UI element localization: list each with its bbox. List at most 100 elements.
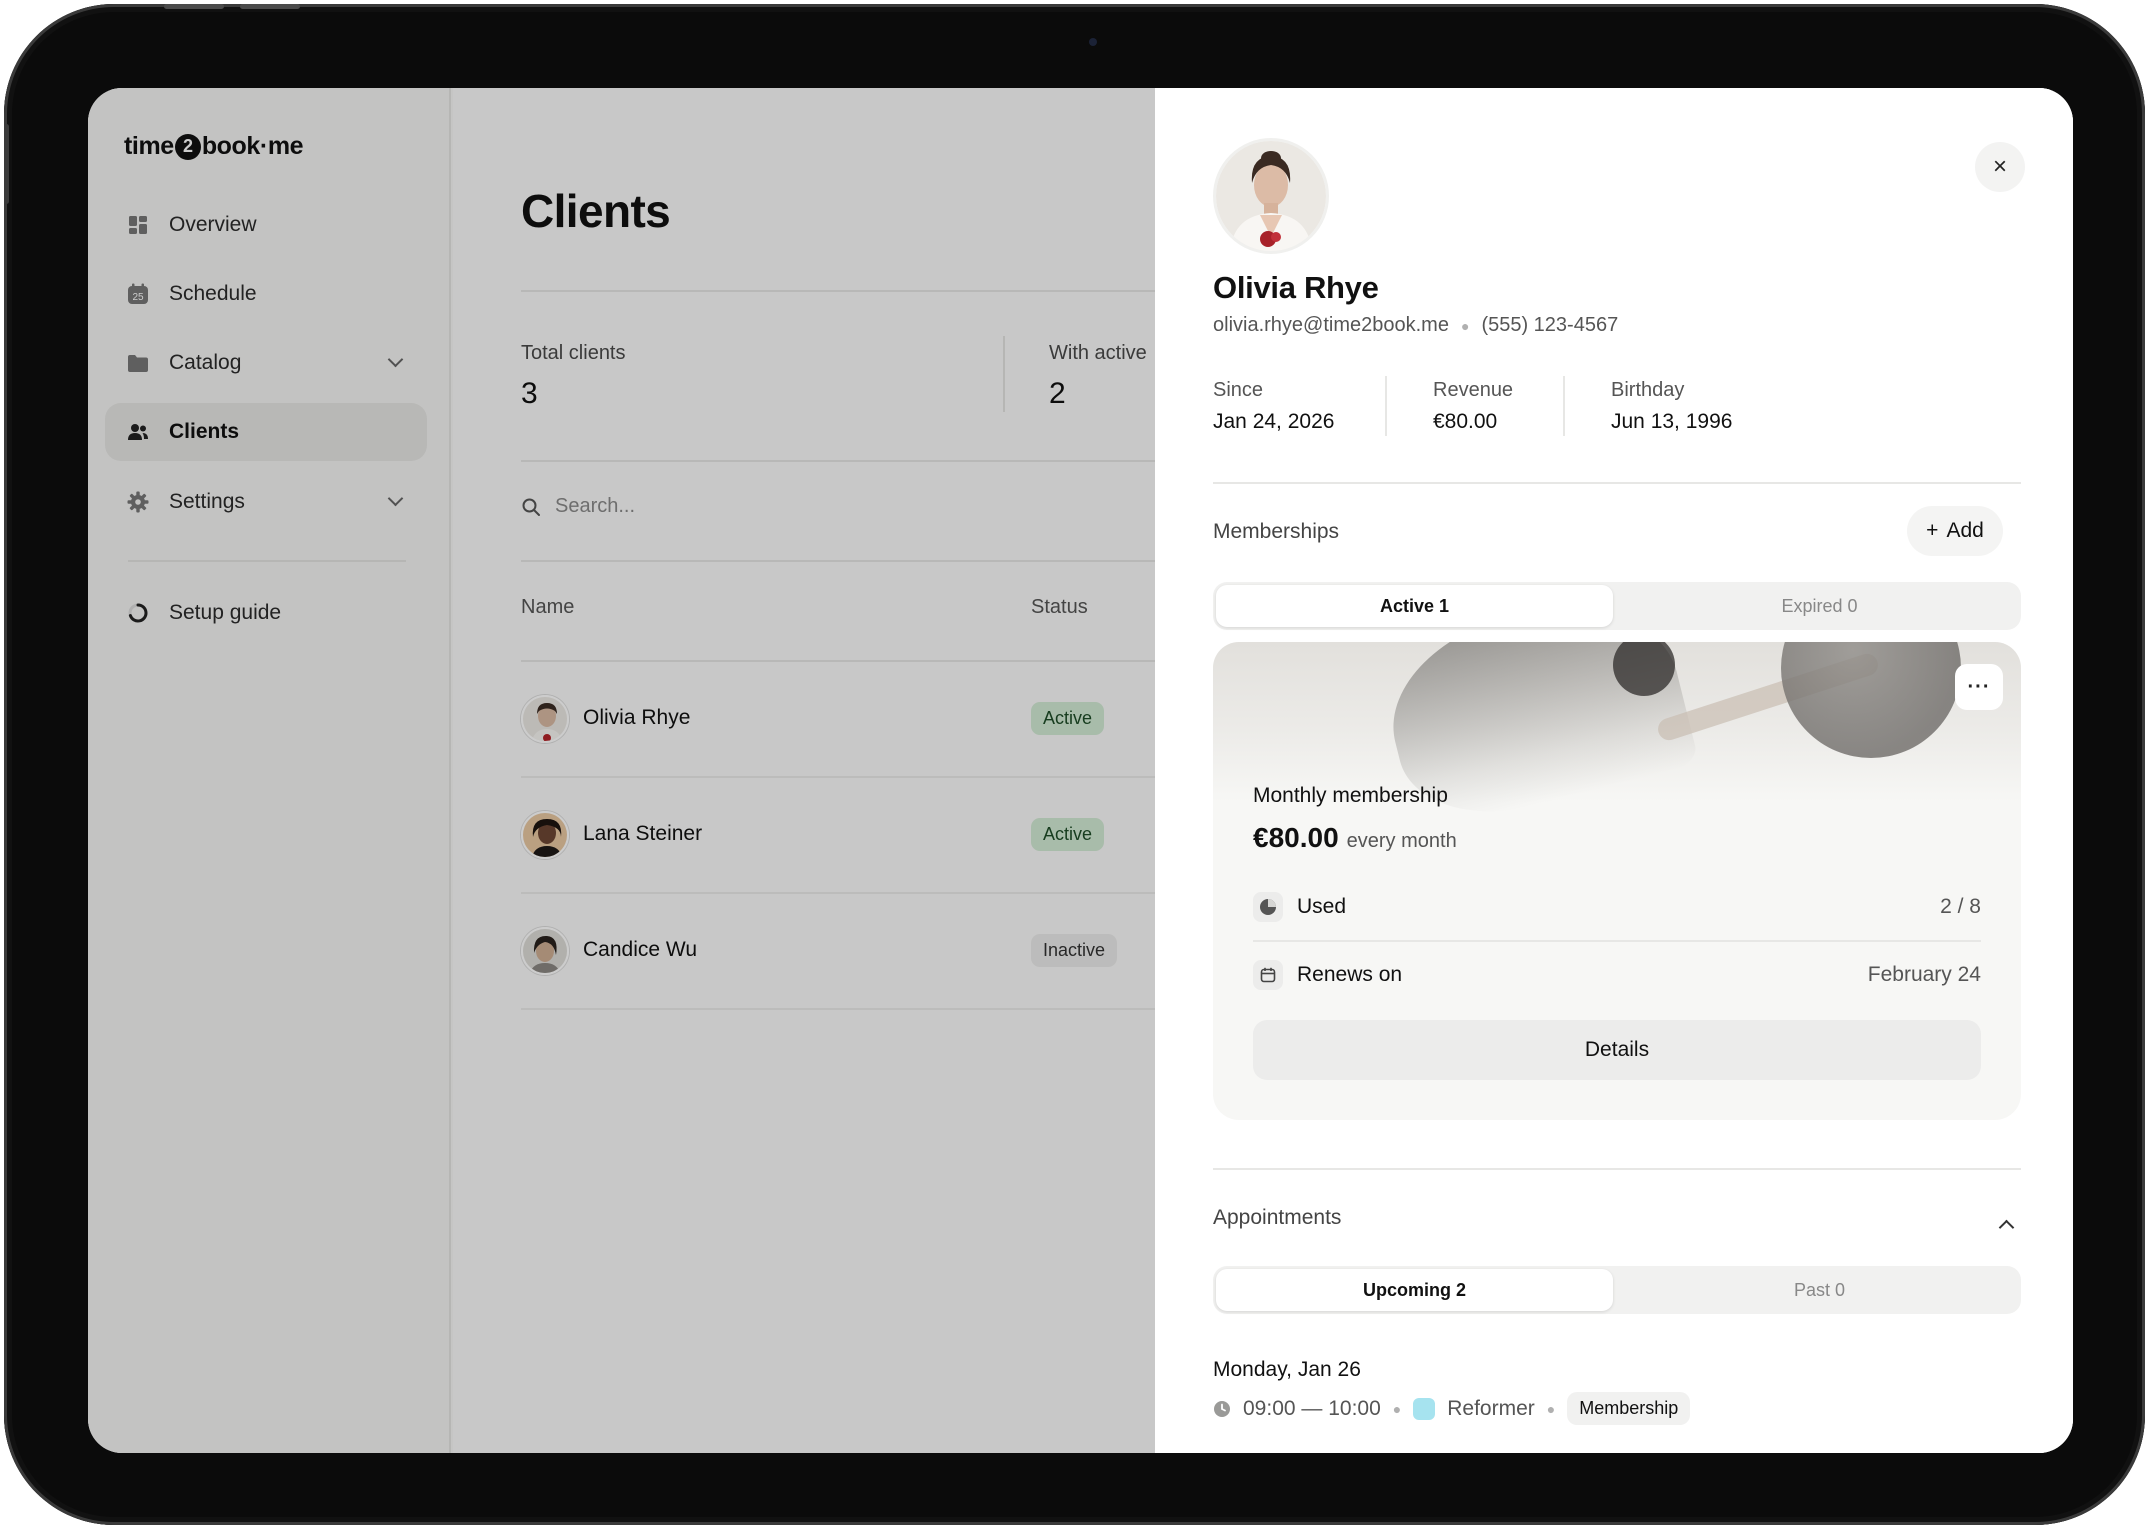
hardware-button [164, 4, 224, 9]
search-icon [521, 497, 541, 517]
search-placeholder: Search... [555, 495, 636, 517]
avatar [1213, 138, 1329, 254]
column-header-status[interactable]: Status [1031, 596, 1088, 619]
memberships-tabs: Active 1 Expired 0 [1213, 582, 2021, 630]
tablet-frame: time 2 book·me Overview 25 Schedule Cata… [4, 4, 2145, 1525]
app-screen: time 2 book·me Overview 25 Schedule Cata… [88, 88, 2073, 1453]
membership-card: ··· Monthly membership €80.00 every mont… [1213, 642, 2021, 1120]
sidebar-item-label: Clients [169, 420, 240, 443]
stat-divider [1003, 336, 1005, 412]
details-button[interactable]: Details [1253, 1020, 1981, 1080]
appointment-item[interactable]: 09:00 — 10:00 ● Reformer ● Membership [1213, 1392, 1691, 1425]
tab-active-memberships[interactable]: Active 1 [1216, 585, 1613, 627]
chevron-down-icon[interactable] [387, 490, 404, 507]
calendar-day-number: 25 [132, 292, 144, 303]
table-row[interactable]: Olivia Rhye Active [521, 662, 1241, 778]
front-camera [1089, 38, 1097, 46]
calendar-icon [1253, 960, 1283, 990]
sidebar-item-settings[interactable]: Settings [105, 473, 427, 531]
hero-ball [1781, 642, 1961, 758]
appointment-service: Reformer [1447, 1396, 1535, 1420]
close-button[interactable]: × [1975, 142, 2025, 192]
sidebar-item-label: Setup guide [169, 601, 282, 624]
sidebar-item-clients[interactable]: Clients [105, 403, 427, 461]
membership-hero-image [1213, 642, 2021, 835]
status-badge: Inactive [1031, 934, 1118, 967]
price-period: every month [1346, 830, 1457, 852]
page-title: Clients [521, 185, 671, 237]
tab-past-appointments[interactable]: Past 0 [1621, 1269, 2018, 1311]
column-header-name[interactable]: Name [521, 596, 574, 619]
stat-label: With active [1049, 342, 1147, 364]
meta-divider [1385, 376, 1387, 436]
appointment-date: Monday, Jan 26 [1213, 1358, 1361, 1381]
sidebar-item-schedule[interactable]: 25 Schedule [105, 265, 427, 323]
client-name: Olivia Rhye [1213, 270, 1379, 305]
membership-used-row: Used 2 / 8 [1253, 890, 1981, 924]
tab-upcoming-appointments[interactable]: Upcoming 2 [1216, 1269, 1613, 1311]
meta-label: Revenue [1433, 379, 1514, 401]
meta-value: Jun 13, 1996 [1611, 410, 1733, 433]
sidebar-item-label: Overview [169, 213, 257, 236]
add-label: Add [1946, 519, 1984, 542]
avatar [521, 695, 569, 743]
more-options-button[interactable]: ··· [1955, 664, 2003, 710]
divider [1253, 940, 1981, 942]
service-color-swatch [1413, 1397, 1436, 1420]
separator-dot: ● [1392, 1400, 1402, 1417]
client-contact: olivia.rhye@time2book.me ● (555) 123-456… [1213, 314, 1618, 337]
membership-renews-row: Renews on February 24 [1253, 958, 1981, 992]
sidebar: time 2 book·me Overview 25 Schedule Cata… [88, 88, 451, 1453]
separator-dot: ● [1546, 1400, 1556, 1417]
tab-expired-memberships[interactable]: Expired 0 [1621, 585, 2018, 627]
meta-value: €80.00 [1433, 410, 1498, 433]
status-badge: Active [1031, 818, 1105, 851]
avatar [521, 927, 569, 975]
stat-label: Total clients [521, 342, 626, 364]
table-row[interactable]: Candice Wu Inactive [521, 894, 1241, 1010]
sidebar-item-label: Catalog [169, 351, 242, 374]
sidebar-item-label: Settings [169, 490, 245, 513]
logo-text: time [124, 132, 174, 160]
client-name: Olivia Rhye [583, 706, 691, 729]
chevron-up-icon[interactable] [1998, 1219, 2015, 1236]
calendar-icon: 25 [127, 283, 149, 305]
appointment-time: 09:00 — 10:00 [1243, 1396, 1381, 1420]
membership-price: €80.00 every month [1253, 822, 1457, 854]
users-icon [127, 421, 149, 443]
add-membership-button[interactable]: + Add [1907, 506, 2003, 556]
client-phone[interactable]: (555) 123-4567 [1481, 314, 1618, 337]
divider [1213, 482, 2021, 484]
progress-ring-icon [127, 602, 149, 624]
folder-icon [127, 352, 149, 374]
meta-value: Jan 24, 2026 [1213, 410, 1335, 433]
table-row[interactable]: Lana Steiner Active [521, 778, 1241, 894]
status-badge: Active [1031, 702, 1105, 735]
used-label: Used [1297, 895, 1347, 918]
meta-label: Birthday [1611, 379, 1685, 401]
client-name: Lana Steiner [583, 822, 703, 845]
sidebar-item-catalog[interactable]: Catalog [105, 334, 427, 392]
search-input[interactable]: Search... [521, 495, 635, 518]
sidebar-item-label: Schedule [169, 282, 257, 305]
renews-label: Renews on [1297, 963, 1403, 986]
client-name: Candice Wu [583, 938, 698, 961]
used-value: 2 / 8 [1940, 895, 1981, 918]
client-email[interactable]: olivia.rhye@time2book.me [1213, 314, 1449, 337]
client-detail-panel: × Olivia Rhye olivia.rhye@time2book.me ●… [1155, 88, 2073, 1453]
app-logo[interactable]: time 2 book·me [124, 132, 304, 161]
sidebar-divider [128, 560, 406, 562]
chevron-down-icon[interactable] [387, 351, 404, 368]
meta-label: Since [1213, 379, 1264, 401]
membership-title: Monthly membership [1253, 784, 1448, 807]
grid-icon [127, 214, 149, 236]
sidebar-item-overview[interactable]: Overview [105, 196, 427, 254]
more-icon: ··· [1967, 675, 1991, 698]
clock-icon [1213, 1400, 1231, 1418]
gear-icon [127, 491, 149, 513]
hardware-button [4, 124, 9, 204]
memberships-title: Memberships [1213, 520, 1340, 543]
meta-divider [1563, 376, 1565, 436]
sidebar-item-setup-guide[interactable]: Setup guide [105, 584, 427, 642]
hardware-button [240, 4, 300, 9]
